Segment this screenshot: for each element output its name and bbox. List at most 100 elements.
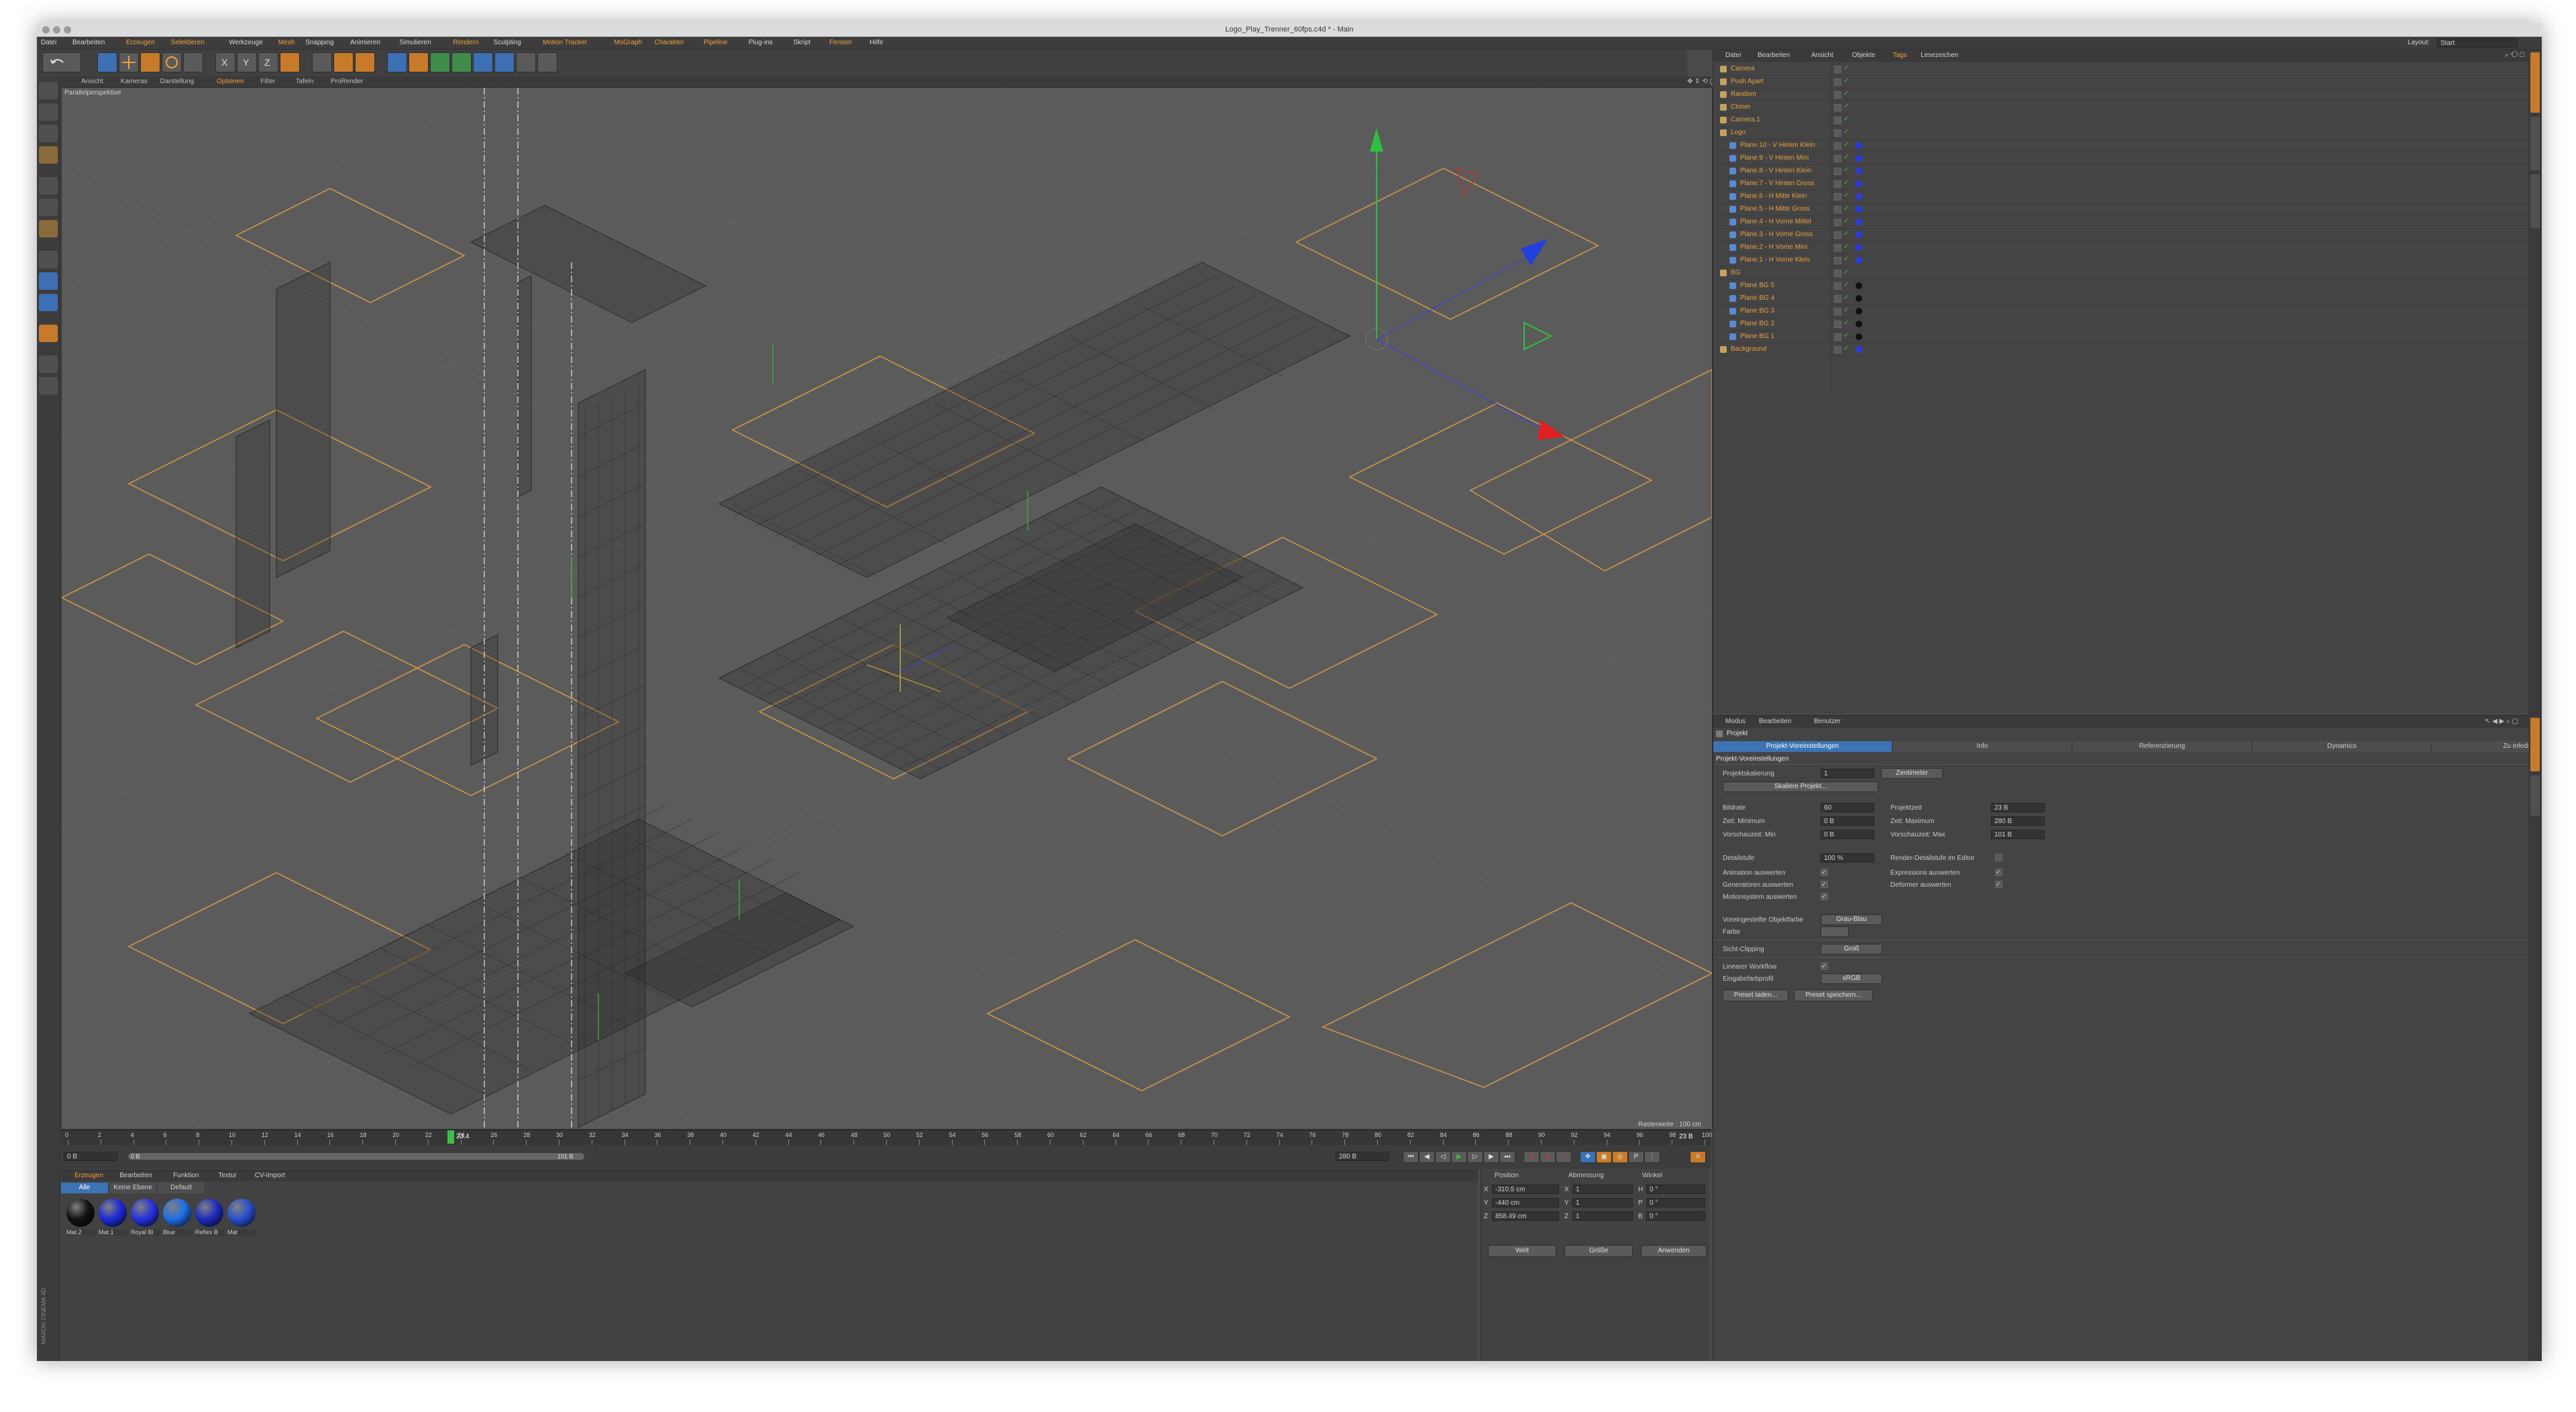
visibility-toggle[interactable] bbox=[1834, 244, 1841, 252]
save-preset-button[interactable]: Preset speichern... bbox=[1794, 989, 1873, 1001]
enable-check[interactable]: ✓ bbox=[1843, 320, 1849, 327]
enable-check[interactable]: ✓ bbox=[1843, 65, 1849, 72]
object-name[interactable]: Plane BG 1 bbox=[1740, 333, 1774, 340]
object-row[interactable]: Plane.2 - H Vorne Mini ✓ bbox=[1713, 241, 2529, 254]
visibility-toggle[interactable] bbox=[1834, 78, 1841, 86]
prev-key-icon[interactable]: ◀ bbox=[1419, 1151, 1435, 1163]
position-z-field[interactable]: 858.49 cm bbox=[1492, 1211, 1559, 1221]
floor-icon[interactable] bbox=[494, 52, 515, 72]
menu-fenster[interactable]: Fenster bbox=[829, 40, 852, 46]
object-row[interactable]: Plane BG 4 ✓ bbox=[1713, 292, 2529, 305]
grid-icon[interactable] bbox=[39, 356, 58, 373]
object-row[interactable]: Camera ✓ bbox=[1713, 63, 2529, 76]
play-icon[interactable]: ▶ bbox=[1451, 1151, 1467, 1163]
attribute-menu-modus[interactable]: Modus bbox=[1725, 718, 1746, 725]
coordinate-system-icon[interactable] bbox=[280, 52, 300, 72]
light-icon[interactable] bbox=[537, 52, 557, 72]
menu-mesh[interactable]: Mesh bbox=[278, 40, 294, 46]
object-name[interactable]: Plane BG 3 bbox=[1740, 308, 1774, 315]
visibility-toggle[interactable] bbox=[1834, 346, 1841, 354]
render-settings-icon[interactable] bbox=[355, 52, 375, 72]
object-row[interactable]: BG ✓ bbox=[1713, 267, 2529, 280]
object-row[interactable]: Plane.4 - H Vorne Mittel ✓ bbox=[1713, 216, 2529, 229]
attribute-tab-info[interactable]: Info bbox=[1893, 741, 2072, 752]
keyframe-selection-icon[interactable]: ? bbox=[1556, 1151, 1572, 1163]
attribute-tab-dynamics[interactable]: Dynamics bbox=[2253, 741, 2432, 752]
content-browser-side-tab[interactable] bbox=[2530, 117, 2540, 170]
parameter-key-icon[interactable]: P bbox=[1628, 1151, 1644, 1163]
enable-check[interactable]: ✓ bbox=[1843, 116, 1849, 123]
object-name[interactable]: Plane.10 - V Hinten Klein bbox=[1740, 142, 1815, 149]
size-z-field[interactable]: 1 bbox=[1572, 1211, 1633, 1221]
enable-check[interactable]: ✓ bbox=[1843, 269, 1849, 276]
3d-viewport[interactable]: Rasterweite : 100 cm Parallelperspektive bbox=[61, 87, 1713, 1130]
material-tag-icon[interactable] bbox=[1856, 282, 1862, 289]
material-tag-icon[interactable] bbox=[1856, 231, 1862, 238]
menu-erzeugen[interactable]: Erzeugen bbox=[126, 40, 155, 46]
rotate-icon[interactable] bbox=[162, 52, 182, 72]
object-row[interactable]: Random ✓ bbox=[1713, 89, 2529, 101]
evaluate-checkbox[interactable]: ✓ bbox=[1821, 869, 1828, 876]
attribute-tab-referenzierung[interactable]: Referenzierung bbox=[2073, 741, 2252, 752]
position-y-field[interactable]: -440 cm bbox=[1492, 1198, 1559, 1207]
array-icon[interactable] bbox=[451, 52, 472, 72]
position-key-icon[interactable]: ✥ bbox=[1580, 1151, 1596, 1163]
scale-project-button[interactable]: Skaliere Projekt... bbox=[1723, 781, 1878, 792]
object-name[interactable]: Plane BG 5 bbox=[1740, 282, 1774, 289]
evaluate-checkbox[interactable]: ✓ bbox=[1821, 893, 1828, 900]
render-view-icon[interactable] bbox=[312, 52, 332, 72]
rotation-h-field[interactable]: 0 ° bbox=[1646, 1185, 1705, 1194]
material-tag-icon[interactable] bbox=[1856, 219, 1862, 225]
menu-werkzeuge[interactable]: Werkzeuge bbox=[229, 40, 262, 46]
time-field[interactable]: 23 B bbox=[1991, 803, 2045, 812]
load-preset-button[interactable]: Preset laden... bbox=[1723, 989, 1788, 1001]
attribute-nav-icons[interactable]: ↖ ◀ ▶ ⌕ ▢ bbox=[2485, 718, 2518, 725]
enable-check[interactable]: ✓ bbox=[1843, 167, 1849, 174]
subdivision-icon[interactable] bbox=[430, 52, 450, 72]
object-menu-tags[interactable]: Tags bbox=[1893, 52, 1907, 59]
visibility-toggle[interactable] bbox=[1834, 257, 1841, 264]
playhead[interactable] bbox=[447, 1130, 454, 1144]
visibility-toggle[interactable] bbox=[1834, 155, 1841, 162]
visibility-toggle[interactable] bbox=[1834, 91, 1841, 99]
object-name[interactable]: Plane.2 - H Vorne Mini bbox=[1740, 244, 1807, 251]
enable-check[interactable]: ✓ bbox=[1843, 256, 1849, 263]
object-name[interactable]: Camera.1 bbox=[1731, 117, 1760, 123]
object-row[interactable]: Plane.7 - V Hinten Gross ✓ bbox=[1713, 178, 2529, 191]
bend-icon[interactable] bbox=[473, 52, 493, 72]
object-menu-datei[interactable]: Datei bbox=[1725, 52, 1741, 59]
enable-check[interactable]: ✓ bbox=[1843, 129, 1849, 135]
menu-sculpting[interactable]: Sculpting bbox=[494, 40, 521, 46]
object-row[interactable]: Cloner ✓ bbox=[1713, 101, 2529, 114]
edges-mode-icon[interactable] bbox=[39, 199, 58, 216]
object-row[interactable]: Plane BG 2 ✓ bbox=[1713, 318, 2529, 331]
enable-check[interactable]: ✓ bbox=[1843, 91, 1849, 97]
object-name[interactable]: Plane.1 - H Vorne Klein bbox=[1740, 257, 1810, 264]
menu-charakter[interactable]: Charakter bbox=[655, 40, 684, 46]
view-clipping-select[interactable]: Groß bbox=[1821, 944, 1882, 955]
viewport-menu-darstellung[interactable]: Darstellung bbox=[160, 78, 195, 85]
time-field[interactable]: 0 B bbox=[1821, 830, 1874, 839]
rotation-b-field[interactable]: 0 ° bbox=[1646, 1211, 1705, 1221]
enable-check[interactable]: ✓ bbox=[1843, 180, 1849, 186]
enable-check[interactable]: ✓ bbox=[1843, 307, 1849, 314]
menu-simulieren[interactable]: Simulieren bbox=[399, 40, 431, 46]
position-x-field[interactable]: -310.5 cm bbox=[1492, 1185, 1559, 1194]
layers-side-tab[interactable] bbox=[2530, 775, 2540, 816]
solo-icon[interactable] bbox=[39, 294, 58, 311]
material-tag-icon[interactable] bbox=[1856, 321, 1862, 327]
x-axis-lock-icon[interactable]: X bbox=[215, 52, 235, 72]
material-tag-icon[interactable] bbox=[1856, 333, 1862, 340]
object-row[interactable]: Plane BG 5 ✓ bbox=[1713, 280, 2529, 292]
object-row[interactable]: Plane.1 - H Vorne Klein ✓ bbox=[1713, 254, 2529, 267]
material-menu-erzeugen[interactable]: Erzeugen bbox=[74, 1173, 103, 1179]
visibility-toggle[interactable] bbox=[1834, 295, 1841, 303]
object-name[interactable]: Plane.4 - H Vorne Mittel bbox=[1740, 219, 1811, 225]
camera-icon[interactable] bbox=[516, 52, 536, 72]
object-name[interactable]: Plane BG 2 bbox=[1740, 321, 1774, 327]
objects-side-tab[interactable] bbox=[2530, 52, 2540, 113]
visibility-toggle[interactable] bbox=[1834, 321, 1841, 328]
menu-snapping[interactable]: Snapping bbox=[305, 40, 333, 46]
material-filter-alle[interactable]: Alle bbox=[61, 1183, 109, 1193]
viewport-menu-tafeln[interactable]: Tafeln bbox=[296, 78, 314, 85]
